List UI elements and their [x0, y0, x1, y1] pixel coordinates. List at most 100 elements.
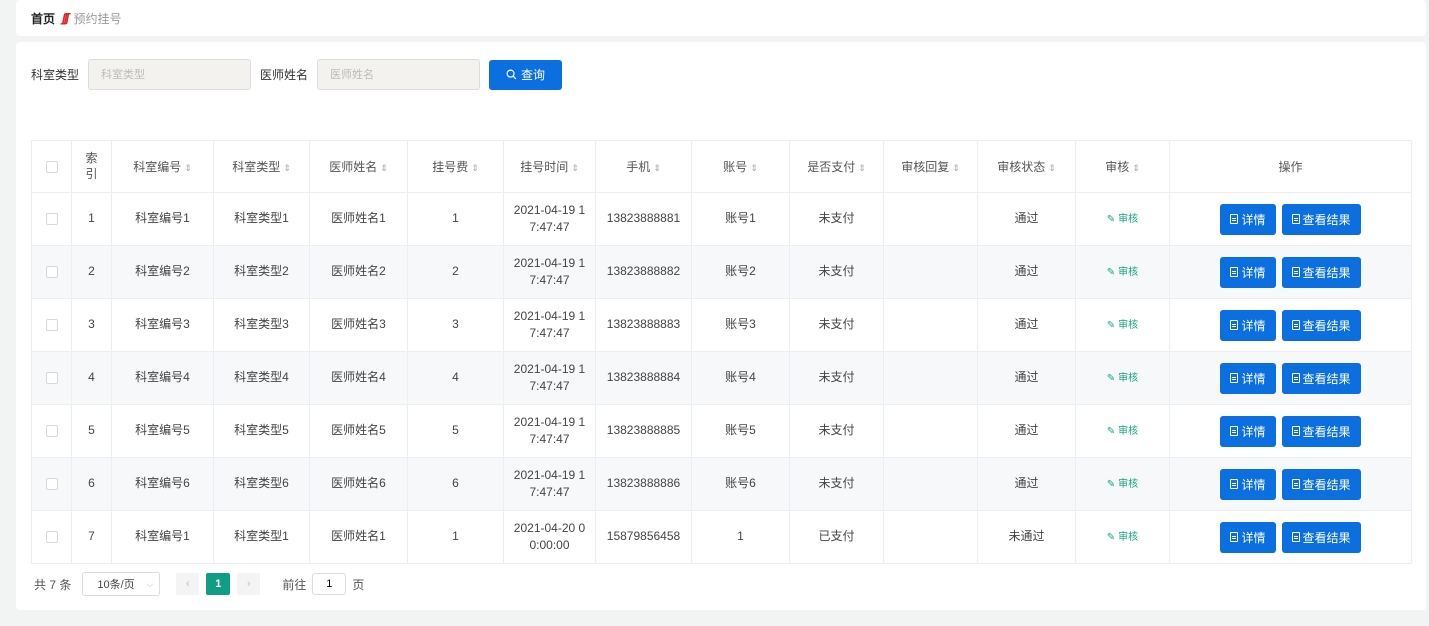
pagination: 共 7 条 10条/页 ⌵ ‹ 1 › 前往 页	[34, 572, 364, 596]
row-checkbox[interactable]	[45, 531, 58, 544]
column-header[interactable]: 审核 ⇕	[1075, 140, 1170, 193]
detail-button[interactable]: 详情	[1220, 468, 1276, 500]
audit-link[interactable]: ✎ 审核	[1107, 426, 1138, 437]
cell-time: 2021-04-19 1 7:47:47	[503, 457, 596, 511]
page-unit-label: 页	[352, 577, 365, 592]
total-count: 共 7 条	[34, 577, 72, 592]
column-header[interactable]: 挂号时间 ⇕	[503, 140, 596, 193]
sort-icon[interactable]: ⇕	[380, 163, 388, 173]
edit-icon: ✎	[1106, 479, 1116, 491]
cell-index: 7	[71, 510, 112, 564]
column-header[interactable]: 审核状态 ⇕	[977, 140, 1076, 193]
cell-account: 账号4	[691, 351, 790, 405]
column-header[interactable]: 是否支付 ⇕	[789, 140, 884, 193]
edit-icon: ✎	[1106, 214, 1116, 226]
cell-reply	[883, 404, 978, 458]
cell-status: 通过	[977, 298, 1076, 352]
goto-page-input[interactable]	[312, 573, 347, 595]
cell-audit: ✎ 审核	[1075, 245, 1170, 299]
sort-icon[interactable]: ⇕	[858, 163, 866, 173]
breadcrumb-current: 预约挂号	[73, 11, 122, 26]
sort-icon[interactable]: ⇕	[750, 163, 758, 173]
audit-link[interactable]: ✎ 审核	[1107, 532, 1138, 543]
cell-time: 2021-04-19 1 7:47:47	[503, 192, 596, 246]
doctor-input[interactable]	[317, 59, 481, 90]
column-header[interactable]: 账号 ⇕	[691, 140, 790, 193]
column-header[interactable]: 手机 ⇕	[595, 140, 692, 193]
column-header: 操作	[1169, 140, 1412, 193]
view-result-button[interactable]: 查看结果	[1281, 468, 1361, 500]
table-row: 1 科室编号1 科室类型1 医师姓名1 1 2021-04-19 1 7:47:4…	[31, 192, 1412, 246]
column-header[interactable]: 挂号费 ⇕	[407, 140, 504, 193]
row-checkbox[interactable]	[45, 319, 58, 332]
cell-actions: 详情 查看结果	[1169, 245, 1412, 299]
document-icon	[1291, 532, 1300, 542]
cell-account: 1	[691, 510, 790, 564]
detail-button[interactable]: 详情	[1220, 309, 1276, 341]
cell-time: 2021-04-20 0 0:00:00	[503, 510, 596, 564]
edit-icon: ✎	[1106, 426, 1116, 438]
cell-doctor: 医师姓名1	[309, 192, 408, 246]
next-page-button[interactable]: ›	[237, 573, 261, 595]
detail-button[interactable]: 详情	[1220, 203, 1276, 235]
cell-index: 4	[71, 351, 112, 405]
sort-icon[interactable]: ⇕	[1048, 163, 1056, 173]
table-row: 7 科室编号1 科室类型1 医师姓名1 1 2021-04-20 0 0:00:0…	[31, 510, 1412, 564]
breadcrumb-separator-icon: ʃʃʃ	[62, 11, 69, 25]
view-result-button[interactable]: 查看结果	[1281, 256, 1361, 288]
column-header[interactable]: 医师姓名 ⇕	[309, 140, 408, 193]
select-all-header	[31, 140, 72, 193]
view-result-button[interactable]: 查看结果	[1281, 309, 1361, 341]
dept-type-input[interactable]	[88, 59, 252, 90]
document-icon	[1291, 214, 1300, 224]
select-all-checkbox[interactable]	[45, 161, 58, 174]
audit-link[interactable]: ✎ 审核	[1107, 214, 1138, 225]
detail-button[interactable]: 详情	[1220, 362, 1276, 394]
audit-link[interactable]: ✎ 审核	[1107, 373, 1138, 384]
sort-icon[interactable]: ⇕	[184, 163, 192, 173]
cell-reply	[883, 245, 978, 299]
audit-link[interactable]: ✎ 审核	[1107, 267, 1138, 278]
cell-phone: 13823888885	[595, 404, 692, 458]
search-button[interactable]: 查询	[489, 59, 563, 90]
row-checkbox[interactable]	[45, 266, 58, 279]
page-size-select[interactable]: 10条/页 ⌵	[82, 572, 161, 596]
sort-icon[interactable]: ⇕	[1132, 163, 1140, 173]
search-bar: 科室类型 医师姓名 查询	[31, 59, 563, 90]
cell-dept-type: 科室类型1	[213, 510, 310, 564]
column-header[interactable]: 科室类型 ⇕	[213, 140, 310, 193]
detail-button[interactable]: 详情	[1220, 256, 1276, 288]
cell-paid: 未支付	[789, 404, 884, 458]
detail-button[interactable]: 详情	[1220, 415, 1276, 447]
view-result-button[interactable]: 查看结果	[1281, 362, 1361, 394]
breadcrumb-home[interactable]: 首页	[31, 10, 55, 27]
document-icon	[1291, 267, 1300, 277]
view-result-button[interactable]: 查看结果	[1281, 415, 1361, 447]
cell-phone: 13823888882	[595, 245, 692, 299]
document-icon	[1230, 214, 1239, 224]
page-number-1[interactable]: 1	[206, 573, 231, 595]
cell-status: 通过	[977, 404, 1076, 458]
edit-icon: ✎	[1106, 320, 1116, 332]
sort-icon[interactable]: ⇕	[653, 163, 661, 173]
sort-icon[interactable]: ⇕	[283, 163, 291, 173]
row-checkbox[interactable]	[45, 478, 58, 491]
row-checkbox[interactable]	[45, 372, 58, 385]
row-checkbox[interactable]	[45, 425, 58, 438]
audit-link[interactable]: ✎ 审核	[1107, 479, 1138, 490]
cell-audit: ✎ 审核	[1075, 457, 1170, 511]
cell-paid: 未支付	[789, 192, 884, 246]
column-header[interactable]: 科室编号 ⇕	[111, 140, 214, 193]
prev-page-button[interactable]: ‹	[176, 573, 200, 595]
cell-dept-type: 科室类型4	[213, 351, 310, 405]
document-icon	[1230, 373, 1239, 383]
row-checkbox[interactable]	[45, 213, 58, 226]
audit-link[interactable]: ✎ 审核	[1107, 320, 1138, 331]
sort-icon[interactable]: ⇕	[952, 163, 960, 173]
view-result-button[interactable]: 查看结果	[1281, 521, 1361, 553]
detail-button[interactable]: 详情	[1220, 521, 1276, 553]
view-result-button[interactable]: 查看结果	[1281, 203, 1361, 235]
column-header[interactable]: 审核回复 ⇕	[883, 140, 978, 193]
sort-icon[interactable]: ⇕	[471, 163, 479, 173]
sort-icon[interactable]: ⇕	[571, 163, 579, 173]
